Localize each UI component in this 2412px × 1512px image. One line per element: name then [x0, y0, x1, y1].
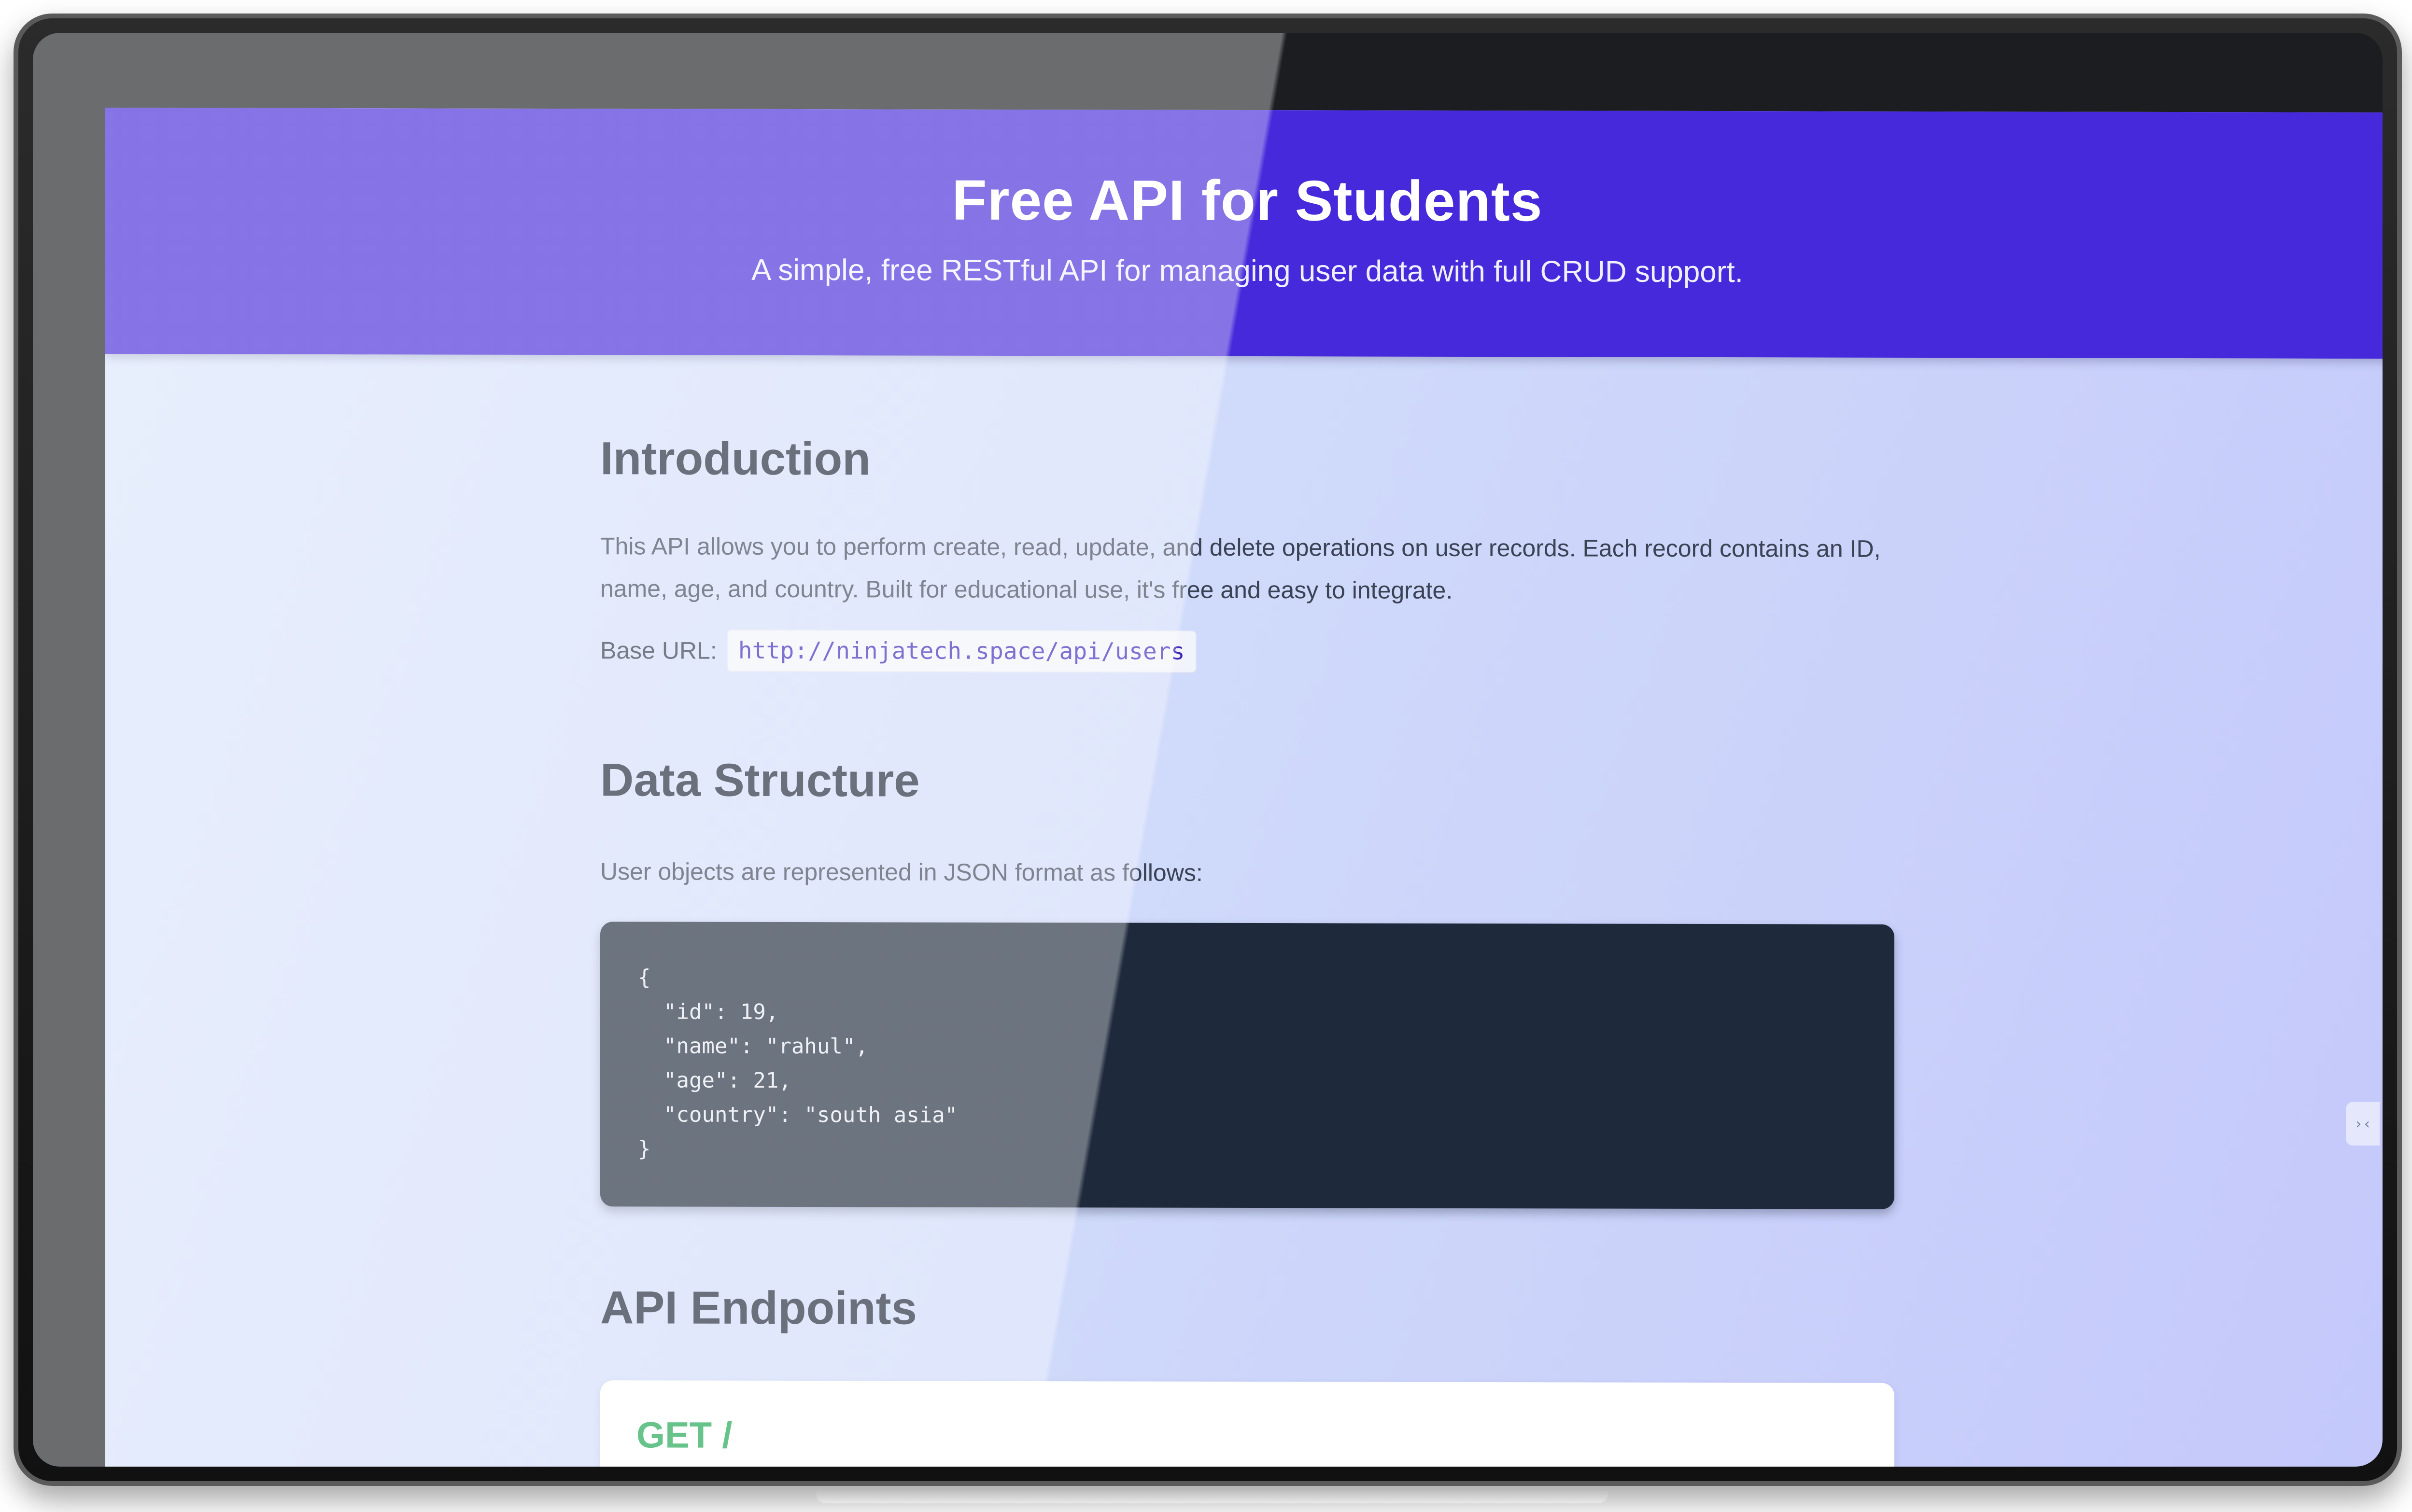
introduction-paragraph: This API allows you to perform create, r…: [600, 532, 1881, 604]
endpoint-card[interactable]: GET /: [600, 1380, 1894, 1467]
data-structure-heading: Data Structure: [600, 754, 920, 807]
collapse-arrows-icon[interactable]: ›‹: [2346, 1102, 2380, 1146]
monitor-bezel: Free API for Students A simple, free RES…: [33, 33, 2383, 1467]
introduction-section: Introduction This API allows you to perf…: [600, 432, 1894, 674]
monitor-stand: [816, 1491, 1608, 1503]
main-content: Introduction This API allows you to perf…: [600, 355, 1894, 1467]
introduction-heading: Introduction: [600, 433, 871, 485]
page-subtitle: A simple, free RESTful API for managing …: [751, 253, 1743, 289]
hero-banner: Free API for Students A simple, free RES…: [105, 108, 2383, 359]
json-code-block[interactable]: { "id": 19, "name": "rahul", "age": 21, …: [600, 922, 1894, 1209]
base-url-code[interactable]: http://ninjatech.space/api/users: [726, 629, 1197, 673]
data-structure-paragraph: User objects are represented in JSON for…: [600, 858, 1203, 886]
monitor-frame: Free API for Students A simple, free RES…: [14, 14, 2402, 1486]
browser-viewport: Free API for Students A simple, free RES…: [105, 108, 2383, 1467]
api-endpoints-section: API Endpoints GET /: [600, 1281, 1894, 1467]
base-url-label: Base URL:: [600, 637, 717, 664]
base-url-row: Base URL: http://ninjatech.space/api/use…: [600, 629, 1894, 674]
data-structure-section: Data Structure User objects are represen…: [600, 754, 1894, 1209]
api-endpoints-heading: API Endpoints: [600, 1282, 917, 1334]
endpoint-method-path: GET /: [636, 1414, 733, 1456]
page-title: Free API for Students: [952, 168, 1543, 234]
side-widget-glyph: ›‹: [2354, 1115, 2372, 1133]
